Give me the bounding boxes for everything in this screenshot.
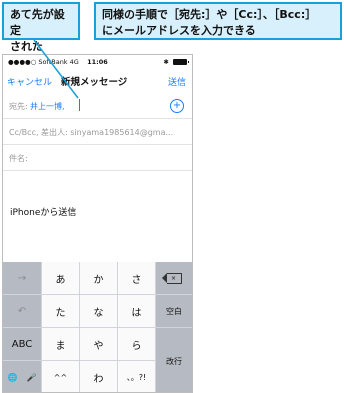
subject-field[interactable]: 件名: xyxy=(3,145,192,171)
key-ma[interactable]: ま xyxy=(42,328,79,360)
globe-icon[interactable]: 🌐 xyxy=(3,361,22,392)
add-contact-icon[interactable]: + xyxy=(170,99,184,113)
key-sa[interactable]: さ xyxy=(118,262,155,294)
text-cursor xyxy=(79,99,80,111)
abc-mode-key[interactable]: ABC xyxy=(3,328,41,360)
japanese-keyboard: → あ か さ × ↶ た な は 空白 ABC ま や ら 改行 🌐 🎤 ^^… xyxy=(3,262,192,392)
undo-key[interactable]: ↶ xyxy=(3,295,41,327)
to-recipient-chip[interactable]: 井上一博, xyxy=(30,101,65,112)
battery-icon xyxy=(173,59,189,65)
key-punctuation[interactable]: 、。?! xyxy=(118,361,155,392)
page-title: 新規メッセージ xyxy=(61,77,128,88)
return-key[interactable]: 改行 xyxy=(156,328,192,392)
key-ka[interactable]: か xyxy=(80,262,117,294)
status-bar: ●●●●○ SoftBank 4G 11:06 ✱ xyxy=(3,55,192,69)
send-button[interactable]: 送信 xyxy=(168,75,186,88)
cc-bcc-from-field[interactable]: Cc/Bcc, 差出人: sinyama1985614@gma... xyxy=(3,119,192,145)
cancel-button[interactable]: キャンセル xyxy=(7,75,52,88)
next-candidate-key[interactable]: → xyxy=(3,262,41,294)
subject-label: 件名: xyxy=(9,154,28,163)
key-ha[interactable]: は xyxy=(118,295,155,327)
key-a[interactable]: あ xyxy=(42,262,79,294)
cc-bcc-from-label: Cc/Bcc, 差出人: sinyama1985614@gma... xyxy=(9,128,174,137)
key-ta[interactable]: た xyxy=(42,295,79,327)
bluetooth-icon: ✱ xyxy=(163,58,169,66)
delete-icon: × xyxy=(161,272,182,284)
key-wa[interactable]: わ xyxy=(80,361,117,392)
phone-screen: ●●●●○ SoftBank 4G 11:06 ✱ キャンセル 新規メッセージ … xyxy=(2,54,193,393)
key-ra[interactable]: ら xyxy=(118,328,155,360)
delete-key[interactable]: × xyxy=(156,262,192,294)
key-emoticon[interactable]: ^^ xyxy=(42,361,79,392)
callout-recipient-set: あて先が設定 された xyxy=(2,2,80,53)
key-na[interactable]: な xyxy=(80,295,117,327)
callout-cc-bcc-instruction: 同様の手順で［宛先:］や［Cc:］、［Bcc:］ にメールアドレスを入力できる xyxy=(94,2,342,40)
to-label: 宛先: xyxy=(9,102,28,111)
to-field[interactable]: 宛先: 井上一博, + xyxy=(3,93,192,119)
space-key[interactable]: 空白 xyxy=(156,295,192,327)
message-body[interactable]: iPhoneから送信 xyxy=(10,205,76,218)
compose-nav-bar: キャンセル 新規メッセージ 送信 xyxy=(3,69,192,93)
microphone-icon[interactable]: 🎤 xyxy=(22,361,41,392)
key-ya[interactable]: や xyxy=(80,328,117,360)
